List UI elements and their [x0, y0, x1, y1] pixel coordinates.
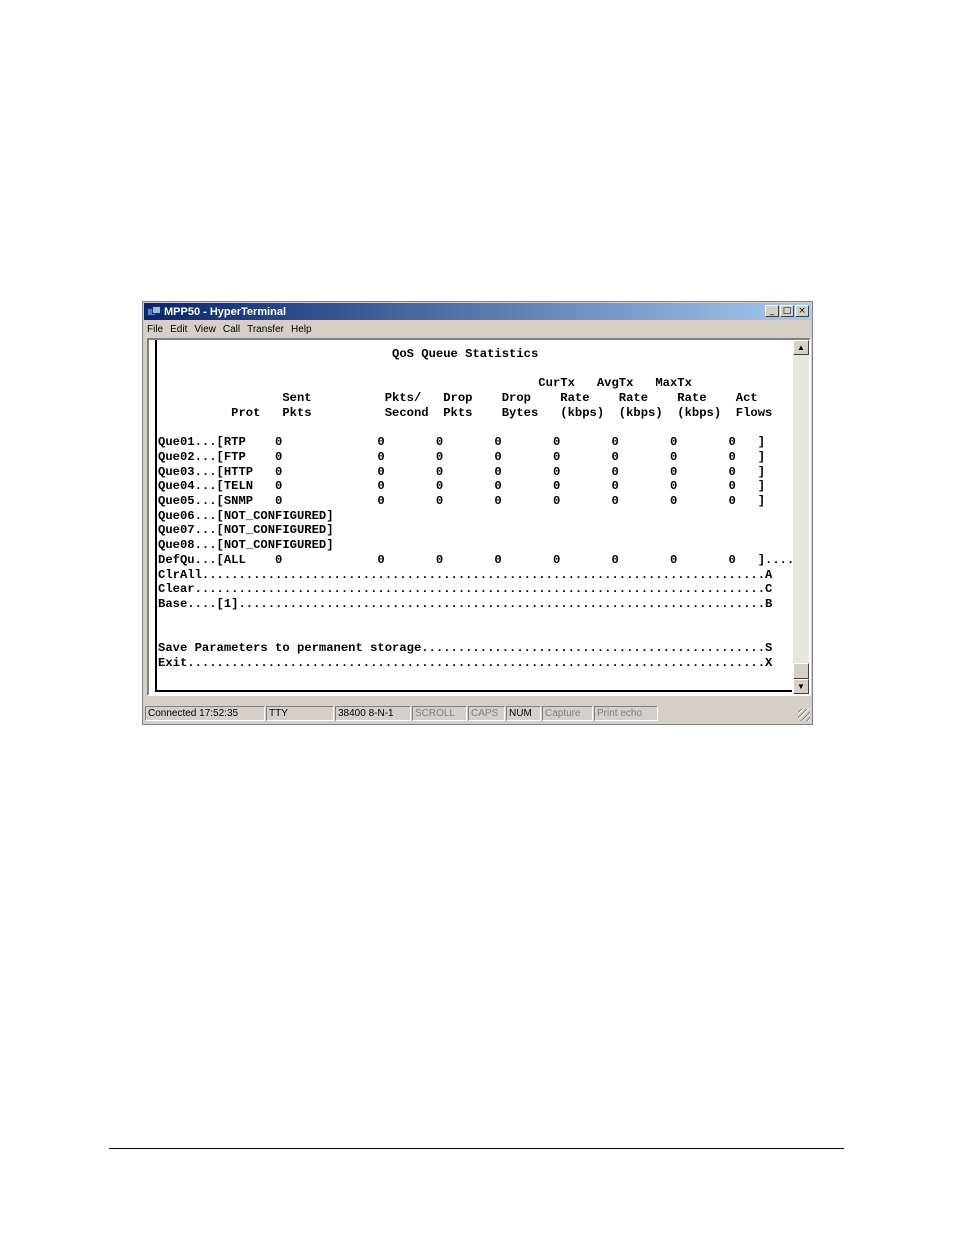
term-line: Prot Pkts Second Pkts Bytes (kbps) (kbps…: [158, 405, 773, 420]
term-line: Que05...[SNMP 0 0 0 0 0 0 0 0 ]: [158, 494, 766, 509]
term-line: Base....[1].............................…: [158, 596, 773, 611]
terminal-area[interactable]: QoS Queue Statistics CurTx AvgTx MaxTx S…: [147, 338, 811, 696]
term-line: QoS Queue Statistics: [158, 347, 539, 361]
vertical-scrollbar[interactable]: ▲ ▼: [793, 340, 809, 694]
scroll-thumb[interactable]: [793, 663, 809, 679]
term-line: DefQu...[ALL 0 0 0 0 0 0 0 0 ].....: [158, 552, 802, 567]
menu-help[interactable]: Help: [291, 324, 312, 335]
resize-grip-icon[interactable]: [798, 709, 810, 721]
menu-bar: File Edit View Call Transfer Help: [147, 321, 319, 337]
close-button[interactable]: ×: [795, 305, 809, 317]
term-line: Que02...[FTP 0 0 0 0 0 0 0 0 ]: [158, 449, 766, 464]
term-line: Que07...[NOT_CONFIGURED]: [158, 523, 334, 538]
term-line: Save Parameters to permanent storage....…: [158, 641, 773, 656]
term-line: Clear...................................…: [158, 582, 773, 597]
page-footer-rule: [109, 1148, 844, 1149]
status-emulation: TTY: [266, 706, 334, 721]
term-line: Exit....................................…: [158, 655, 773, 670]
hyperterminal-icon[interactable]: [147, 305, 161, 318]
status-scroll: SCROLL: [412, 706, 467, 721]
menu-call[interactable]: Call: [223, 324, 240, 335]
menu-file[interactable]: File: [147, 324, 163, 335]
status-print-echo: Print echo: [594, 706, 658, 721]
term-line: CurTx AvgTx MaxTx: [158, 376, 692, 391]
status-connection: Connected 17:52:35: [145, 706, 265, 721]
status-bar: Connected 17:52:35 TTY 38400 8-N-1 SCROL…: [144, 705, 811, 722]
menu-edit[interactable]: Edit: [170, 324, 187, 335]
term-line: Que03...[HTTP 0 0 0 0 0 0 0 0 ]: [158, 464, 766, 479]
term-line: ClrAll..................................…: [158, 567, 773, 582]
menu-transfer[interactable]: Transfer: [247, 324, 284, 335]
hyperterminal-window: MPP50 - HyperTerminal _ □ × File Edit Vi…: [142, 301, 813, 725]
term-line: Que06...[NOT_CONFIGURED]: [158, 508, 334, 523]
status-num: NUM: [506, 706, 541, 721]
scroll-up-icon[interactable]: ▲: [793, 340, 809, 355]
window-title: MPP50 - HyperTerminal: [164, 305, 287, 318]
term-line: Que01...[RTP 0 0 0 0 0 0 0 0 ]: [158, 435, 766, 450]
terminal-screen[interactable]: QoS Queue Statistics CurTx AvgTx MaxTx S…: [155, 340, 802, 692]
menu-view[interactable]: View: [194, 324, 216, 335]
term-line: Que04...[TELN 0 0 0 0 0 0 0 0 ]: [158, 479, 766, 494]
maximize-button[interactable]: □: [780, 305, 794, 317]
window-controls: _ □ ×: [764, 305, 809, 317]
term-line: Que08...[NOT_CONFIGURED]: [158, 538, 334, 553]
status-caps: CAPS: [468, 706, 505, 721]
status-settings: 38400 8-N-1: [335, 706, 411, 721]
terminal-text: QoS Queue Statistics CurTx AvgTx MaxTx S…: [158, 347, 802, 670]
title-bar[interactable]: MPP50 - HyperTerminal _ □ ×: [144, 303, 811, 320]
scroll-down-icon[interactable]: ▼: [793, 679, 809, 694]
term-line: Sent Pkts/ Drop Drop Rate Rate Rate Act: [158, 391, 758, 406]
minimize-button[interactable]: _: [765, 305, 779, 317]
status-capture: Capture: [542, 706, 593, 721]
